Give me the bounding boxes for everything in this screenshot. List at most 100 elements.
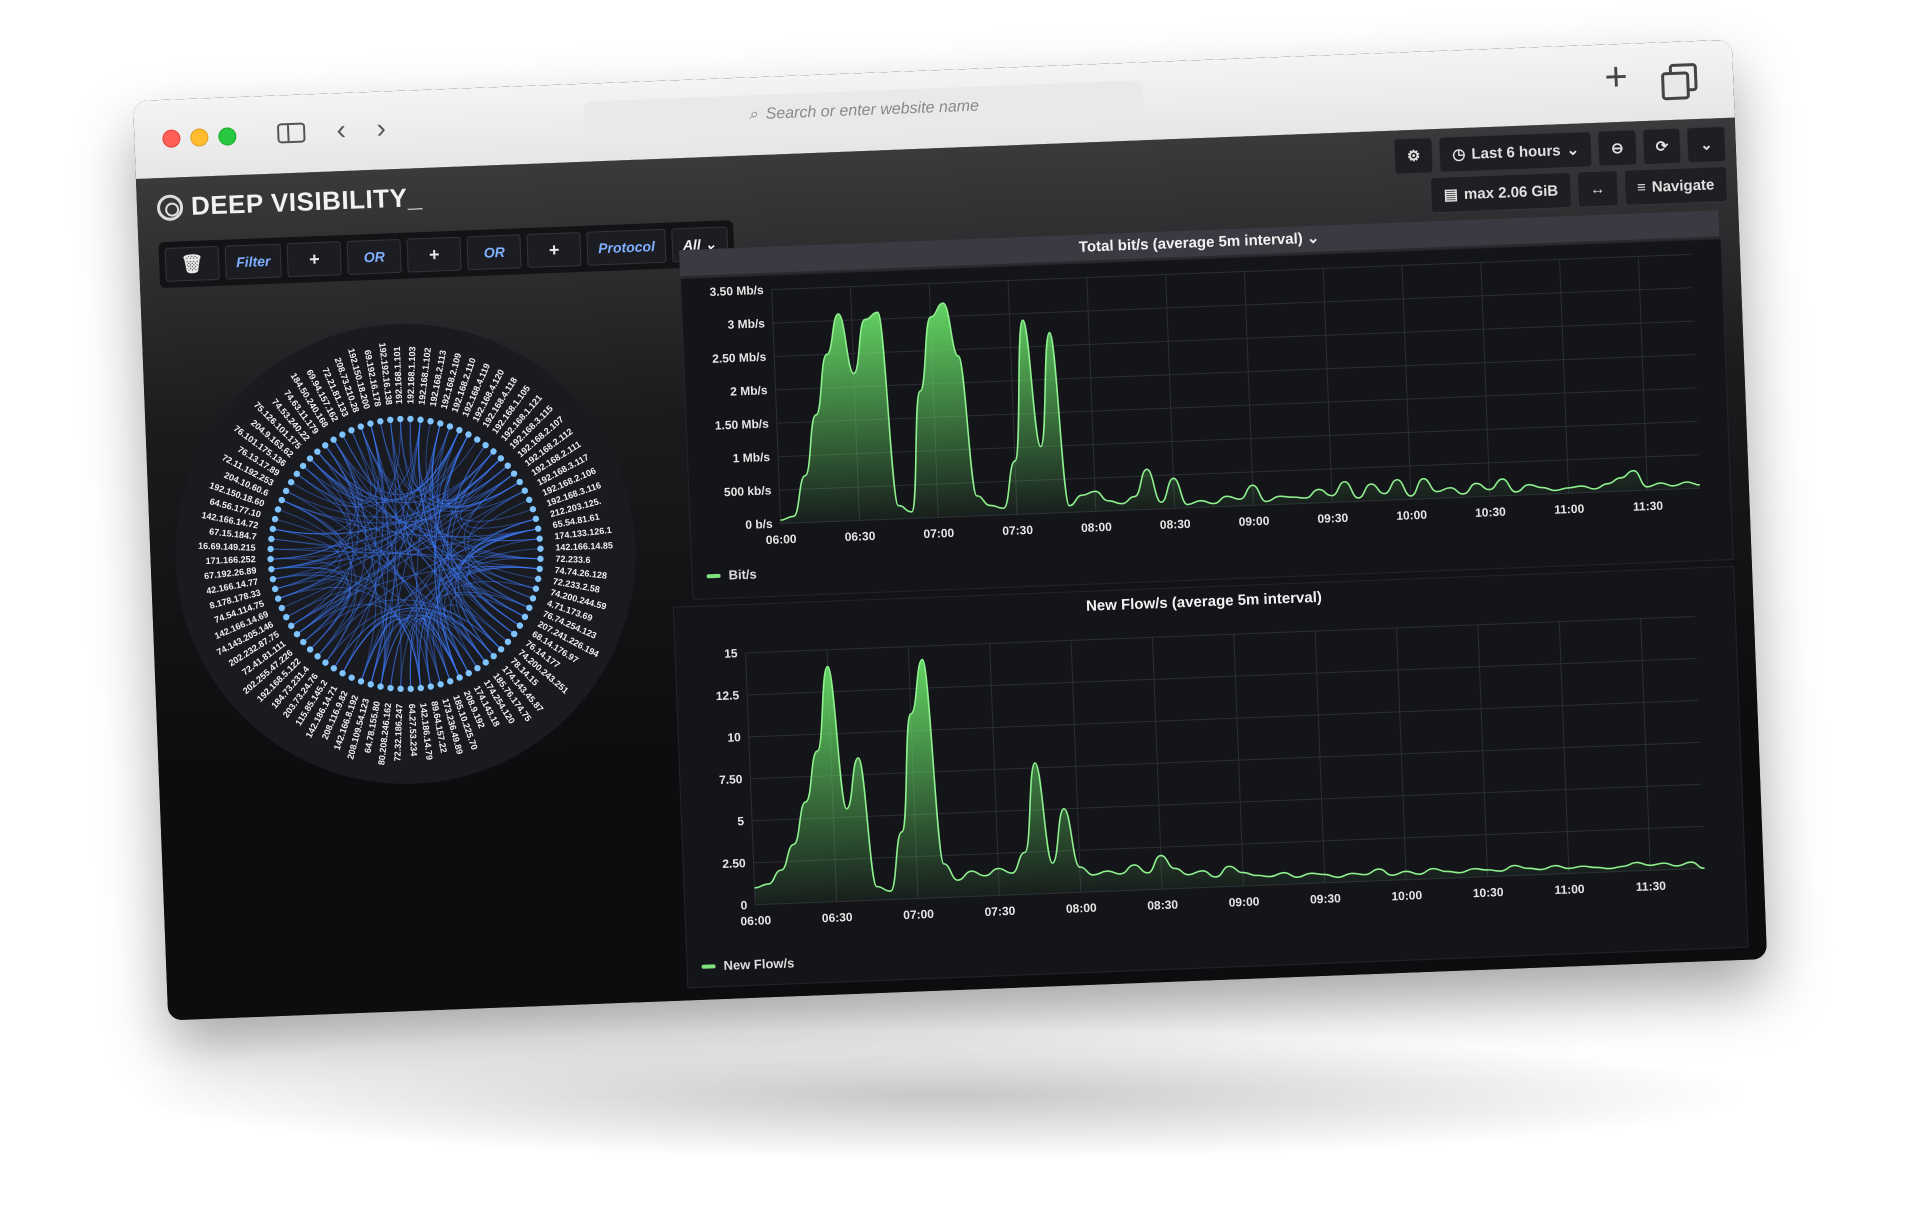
refresh-button[interactable]: ⟳ bbox=[1641, 127, 1682, 166]
x-tick-label: 09:00 bbox=[1228, 894, 1260, 909]
brand-logo-icon bbox=[156, 193, 184, 221]
x-tick-label: 10:00 bbox=[1391, 888, 1423, 903]
legend-swatch bbox=[706, 573, 721, 578]
zoom-window-button[interactable] bbox=[218, 127, 237, 146]
window-shadow bbox=[120, 1030, 1760, 1160]
x-tick-label: 06:30 bbox=[844, 529, 876, 544]
settings-button[interactable]: ⚙ bbox=[1393, 137, 1435, 175]
y-tick-label: 2.50 bbox=[722, 856, 746, 871]
bits-chart: 0 b/s 500 kb/s 1 Mb/s 1.50 Mb/s 2 Mb/s 2.50 M… bbox=[709, 253, 1700, 547]
flows-chart: 0 2.50 5 7.50 10 12.5 15 06:00 06:30 07:00 07:30 08… bbox=[716, 615, 1705, 928]
x-tick-label: 11:00 bbox=[1554, 502, 1585, 517]
chevron-down-icon: ⌄ bbox=[1566, 141, 1580, 160]
y-tick-label: 2.50 Mb/s bbox=[712, 350, 767, 366]
close-window-button[interactable] bbox=[162, 129, 181, 148]
grid-line bbox=[750, 741, 1700, 780]
protocol-filter-label[interactable]: Protocol bbox=[586, 228, 667, 266]
grid-line bbox=[747, 657, 1697, 696]
y-tick-label: 15 bbox=[724, 646, 738, 661]
filter-button[interactable]: Filter bbox=[224, 243, 283, 280]
or-button-2[interactable]: OR bbox=[466, 234, 522, 271]
x-tick-label: 07:00 bbox=[923, 526, 955, 541]
bits-legend[interactable]: Bit/s bbox=[706, 566, 757, 583]
or-button-1[interactable]: OR bbox=[346, 238, 402, 275]
x-tick-label: 08:00 bbox=[1066, 901, 1098, 916]
grid-line bbox=[775, 354, 1695, 391]
search-icon: ⌕ bbox=[748, 106, 758, 124]
grid-line bbox=[1086, 277, 1097, 512]
x-tick-label: 09:00 bbox=[1238, 514, 1270, 529]
address-bar[interactable]: ⌕ Search or enter website name bbox=[583, 80, 1145, 142]
grid-line bbox=[1480, 262, 1491, 497]
sidebar-toggle-icon[interactable] bbox=[274, 114, 309, 149]
forward-arrow-icon[interactable]: › bbox=[364, 111, 399, 146]
y-tick-label: 10 bbox=[727, 730, 741, 745]
grid-line bbox=[772, 287, 1693, 324]
chord-node-label: 72.32.186.247 bbox=[392, 704, 404, 762]
chord-node-label: 72.233.6 bbox=[555, 554, 590, 565]
gear-icon: ⚙ bbox=[1406, 147, 1421, 166]
grid-line bbox=[1637, 256, 1648, 491]
grid-line bbox=[751, 783, 1702, 822]
minimize-window-button[interactable] bbox=[190, 128, 209, 147]
file-icon: ▤ bbox=[1443, 186, 1459, 204]
legend-swatch bbox=[701, 963, 716, 969]
delete-filter-button[interactable]: 🗑 bbox=[164, 245, 220, 282]
chord-svg: 192.168.1.101 192.168.1.103 192.168.1.1021… bbox=[175, 323, 636, 784]
y-tick-label: 3.50 Mb/s bbox=[709, 283, 764, 299]
zoom-out-button[interactable]: ⊖ bbox=[1597, 129, 1638, 167]
y-tick-label: 12.5 bbox=[716, 688, 740, 703]
dashboard: DEEP VISIBILITY_ ⚙ ◷ Last 6 hours ⌄ ⊖ ⟳ … bbox=[135, 117, 1768, 1021]
tab-overview-icon[interactable] bbox=[1659, 61, 1698, 101]
grid-line bbox=[1401, 265, 1412, 500]
fit-width-icon: ↔ bbox=[1589, 180, 1606, 198]
chevron-down-icon: ⌄ bbox=[1306, 229, 1320, 248]
grid-line bbox=[1165, 274, 1176, 509]
y-tick-label: 1 Mb/s bbox=[732, 450, 770, 465]
brand: DEEP VISIBILITY_ bbox=[156, 182, 423, 223]
y-tick-label: 5 bbox=[737, 814, 745, 828]
chord-node-label: 64.27.53.234 bbox=[407, 704, 419, 757]
add-or-button-2[interactable]: + bbox=[526, 231, 582, 269]
time-range-label: Last 6 hours bbox=[1471, 141, 1561, 163]
address-bar-placeholder: Search or enter website name bbox=[765, 97, 980, 123]
time-range-picker[interactable]: ◷ Last 6 hours ⌄ bbox=[1438, 131, 1593, 173]
trash-icon: 🗑 bbox=[180, 252, 205, 274]
navigate-button[interactable]: ≡ Navigate bbox=[1623, 165, 1728, 206]
chord-node-label: 171.166.252 bbox=[205, 554, 255, 566]
flows-legend-label: New Flow/s bbox=[723, 955, 795, 974]
zoom-out-icon: ⊖ bbox=[1610, 139, 1625, 158]
x-tick-label: 06:00 bbox=[766, 532, 798, 547]
navigate-label: Navigate bbox=[1651, 175, 1715, 196]
dashboard-toolbar-secondary: ▤ max 2.06 GiB ↔ ≡ Navigate bbox=[1430, 165, 1728, 214]
y-tick-label: 1.50 Mb/s bbox=[715, 417, 770, 433]
new-tab-plus-icon[interactable]: + bbox=[1598, 55, 1633, 100]
x-tick-label: 10:30 bbox=[1473, 885, 1505, 900]
x-tick-label: 08:30 bbox=[1147, 898, 1179, 913]
max-size-label: max 2.06 GiB bbox=[1463, 181, 1559, 203]
x-tick-label: 10:00 bbox=[1396, 508, 1428, 523]
series-line bbox=[780, 302, 1700, 521]
x-tick-label: 11:00 bbox=[1554, 882, 1585, 897]
grid-line bbox=[1322, 268, 1333, 503]
refresh-interval-dropdown[interactable]: ⌄ bbox=[1686, 125, 1727, 164]
y-tick-label: 0 b/s bbox=[745, 517, 773, 532]
bits-panel: 0 b/s 500 kb/s 1 Mb/s 1.50 Mb/s 2 Mb/s 2.50 M… bbox=[680, 238, 1734, 600]
x-tick-label: 09:30 bbox=[1310, 891, 1342, 906]
x-tick-label: 06:00 bbox=[740, 913, 772, 928]
chord-node-label: 16.69.149.215 bbox=[198, 541, 256, 553]
bits-panel-title: Total bit/s (average 5m interval) bbox=[1078, 230, 1304, 256]
grid-line bbox=[774, 320, 1694, 357]
x-tick-label: 08:00 bbox=[1081, 520, 1113, 535]
series-area bbox=[780, 303, 1700, 524]
back-arrow-icon[interactable]: ‹ bbox=[324, 112, 359, 147]
chevron-down-icon: ⌄ bbox=[1699, 136, 1714, 154]
max-size-button[interactable]: ▤ max 2.06 GiB bbox=[1430, 171, 1572, 214]
refresh-icon: ⟳ bbox=[1655, 138, 1669, 156]
fit-width-button[interactable]: ↔ bbox=[1576, 170, 1619, 208]
menu-icon: ≡ bbox=[1636, 178, 1647, 196]
add-or-button-1[interactable]: + bbox=[406, 236, 462, 273]
grid-line bbox=[1559, 259, 1570, 494]
add-filter-button[interactable]: + bbox=[286, 241, 343, 278]
browser-window: ‹ › ⌕ Search or enter website name + DEE… bbox=[132, 39, 1768, 1021]
